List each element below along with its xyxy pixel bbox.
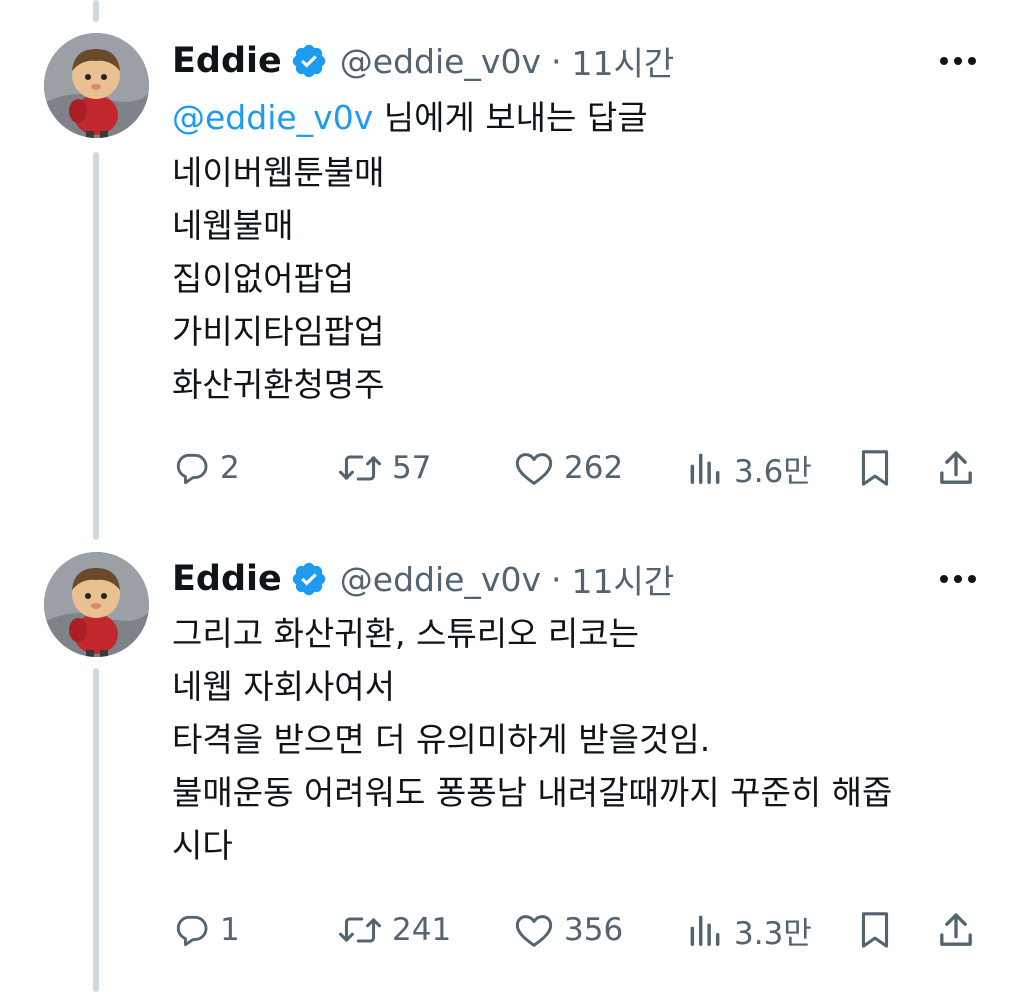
bookmark-button[interactable] [856,906,894,954]
verified-badge-icon [290,42,328,80]
reply-bubble-icon [176,453,208,485]
tweet-text-line: 네웹 자회사여서 [172,667,396,706]
separator-dot: · [551,559,562,599]
heart-icon [515,453,553,485]
bookmark-icon [861,912,889,948]
reply-count: 2 [220,450,240,486]
reply-to-suffix: 님에게 보내는 답글 [373,98,648,137]
like-count: 262 [564,450,624,486]
author-name[interactable]: Eddie [172,559,282,599]
tweet-text: 네이버웹툰불매 네웹불매 집이없어팝업 가비지타임팝업 화산귀환청명주 [172,146,385,411]
tweet-text-line: 타격을 받으면 더 유의미하게 받을것임. [172,720,711,759]
share-button[interactable] [936,906,976,954]
views-bar-chart-icon [690,453,720,484]
tweet-text-line: 네웹불매 [172,206,294,245]
reply-mention-link[interactable]: @eddie_v0v [172,98,373,137]
more-dots-icon[interactable] [940,554,976,604]
reply-count: 1 [220,912,240,948]
heart-icon [515,915,553,947]
views-button[interactable]: 3.6만 [686,444,812,492]
action-bar: 2 57 262 3.6만 [172,444,982,492]
reply-button[interactable]: 1 [172,906,240,954]
tweet-text-line: 불매운동 어려워도 퐁퐁남 내려갈때까지 꾸준히 해줍 [172,773,893,812]
tweet-header: Eddie @eddie_v0v · 11시간 [172,36,674,86]
retweet-icon [339,455,381,481]
like-button[interactable]: 356 [514,906,623,954]
action-bar: 1 241 356 3.3만 [172,906,982,954]
reply-to-line: @eddie_v0v 님에게 보내는 답글 [172,92,648,144]
more-dots-icon[interactable] [940,36,976,86]
tweet-text: 그리고 화산귀환, 스튜리오 리코는 네웹 자회사여서 타격을 받으면 더 유의… [172,607,892,872]
author-name[interactable]: Eddie [172,41,282,81]
retweet-icon [339,917,381,943]
timestamp[interactable]: 11시간 [572,37,675,85]
like-count: 356 [564,912,624,948]
avatar[interactable] [44,33,149,138]
tweet-text-line: 시다 [172,826,233,865]
share-icon [940,913,972,946]
share-button[interactable] [936,444,976,492]
author-handle[interactable]: @eddie_v0v [340,560,541,599]
retweet-button[interactable]: 241 [338,906,451,954]
retweet-count: 57 [392,450,432,486]
tweet[interactable]: Eddie @eddie_v0v · 11시간 그리고 화산귀환, 스튜리오 리… [0,520,1024,992]
retweet-count: 241 [392,912,452,948]
reply-button[interactable]: 2 [172,444,240,492]
separator-dot: · [551,41,562,81]
retweet-button[interactable]: 57 [338,444,431,492]
bookmark-button[interactable] [856,444,894,492]
bookmark-icon [861,450,889,486]
views-bar-chart-icon [690,915,720,946]
like-button[interactable]: 262 [514,444,623,492]
reply-bubble-icon [176,915,208,947]
tweet-header: Eddie @eddie_v0v · 11시간 [172,554,674,604]
tweet-text-line: 그리고 화산귀환, 스튜리오 리코는 [172,614,639,653]
tweet-text-line: 화산귀환청명주 [172,365,385,404]
verified-badge-icon [290,560,328,598]
tweet[interactable]: Eddie @eddie_v0v · 11시간 @eddie_v0v 님에게 보… [0,0,1024,520]
timestamp[interactable]: 11시간 [572,555,675,603]
tweet-text-line: 가비지타임팝업 [172,312,385,351]
author-handle[interactable]: @eddie_v0v [340,42,541,81]
views-count: 3.3만 [734,915,812,952]
views-button[interactable]: 3.3만 [686,906,812,954]
tweet-text-line: 네이버웹툰불매 [172,153,385,192]
tweet-text-line: 집이없어팝업 [172,259,355,298]
avatar[interactable] [44,552,149,657]
views-count: 3.6만 [734,453,812,490]
share-icon [940,451,972,484]
